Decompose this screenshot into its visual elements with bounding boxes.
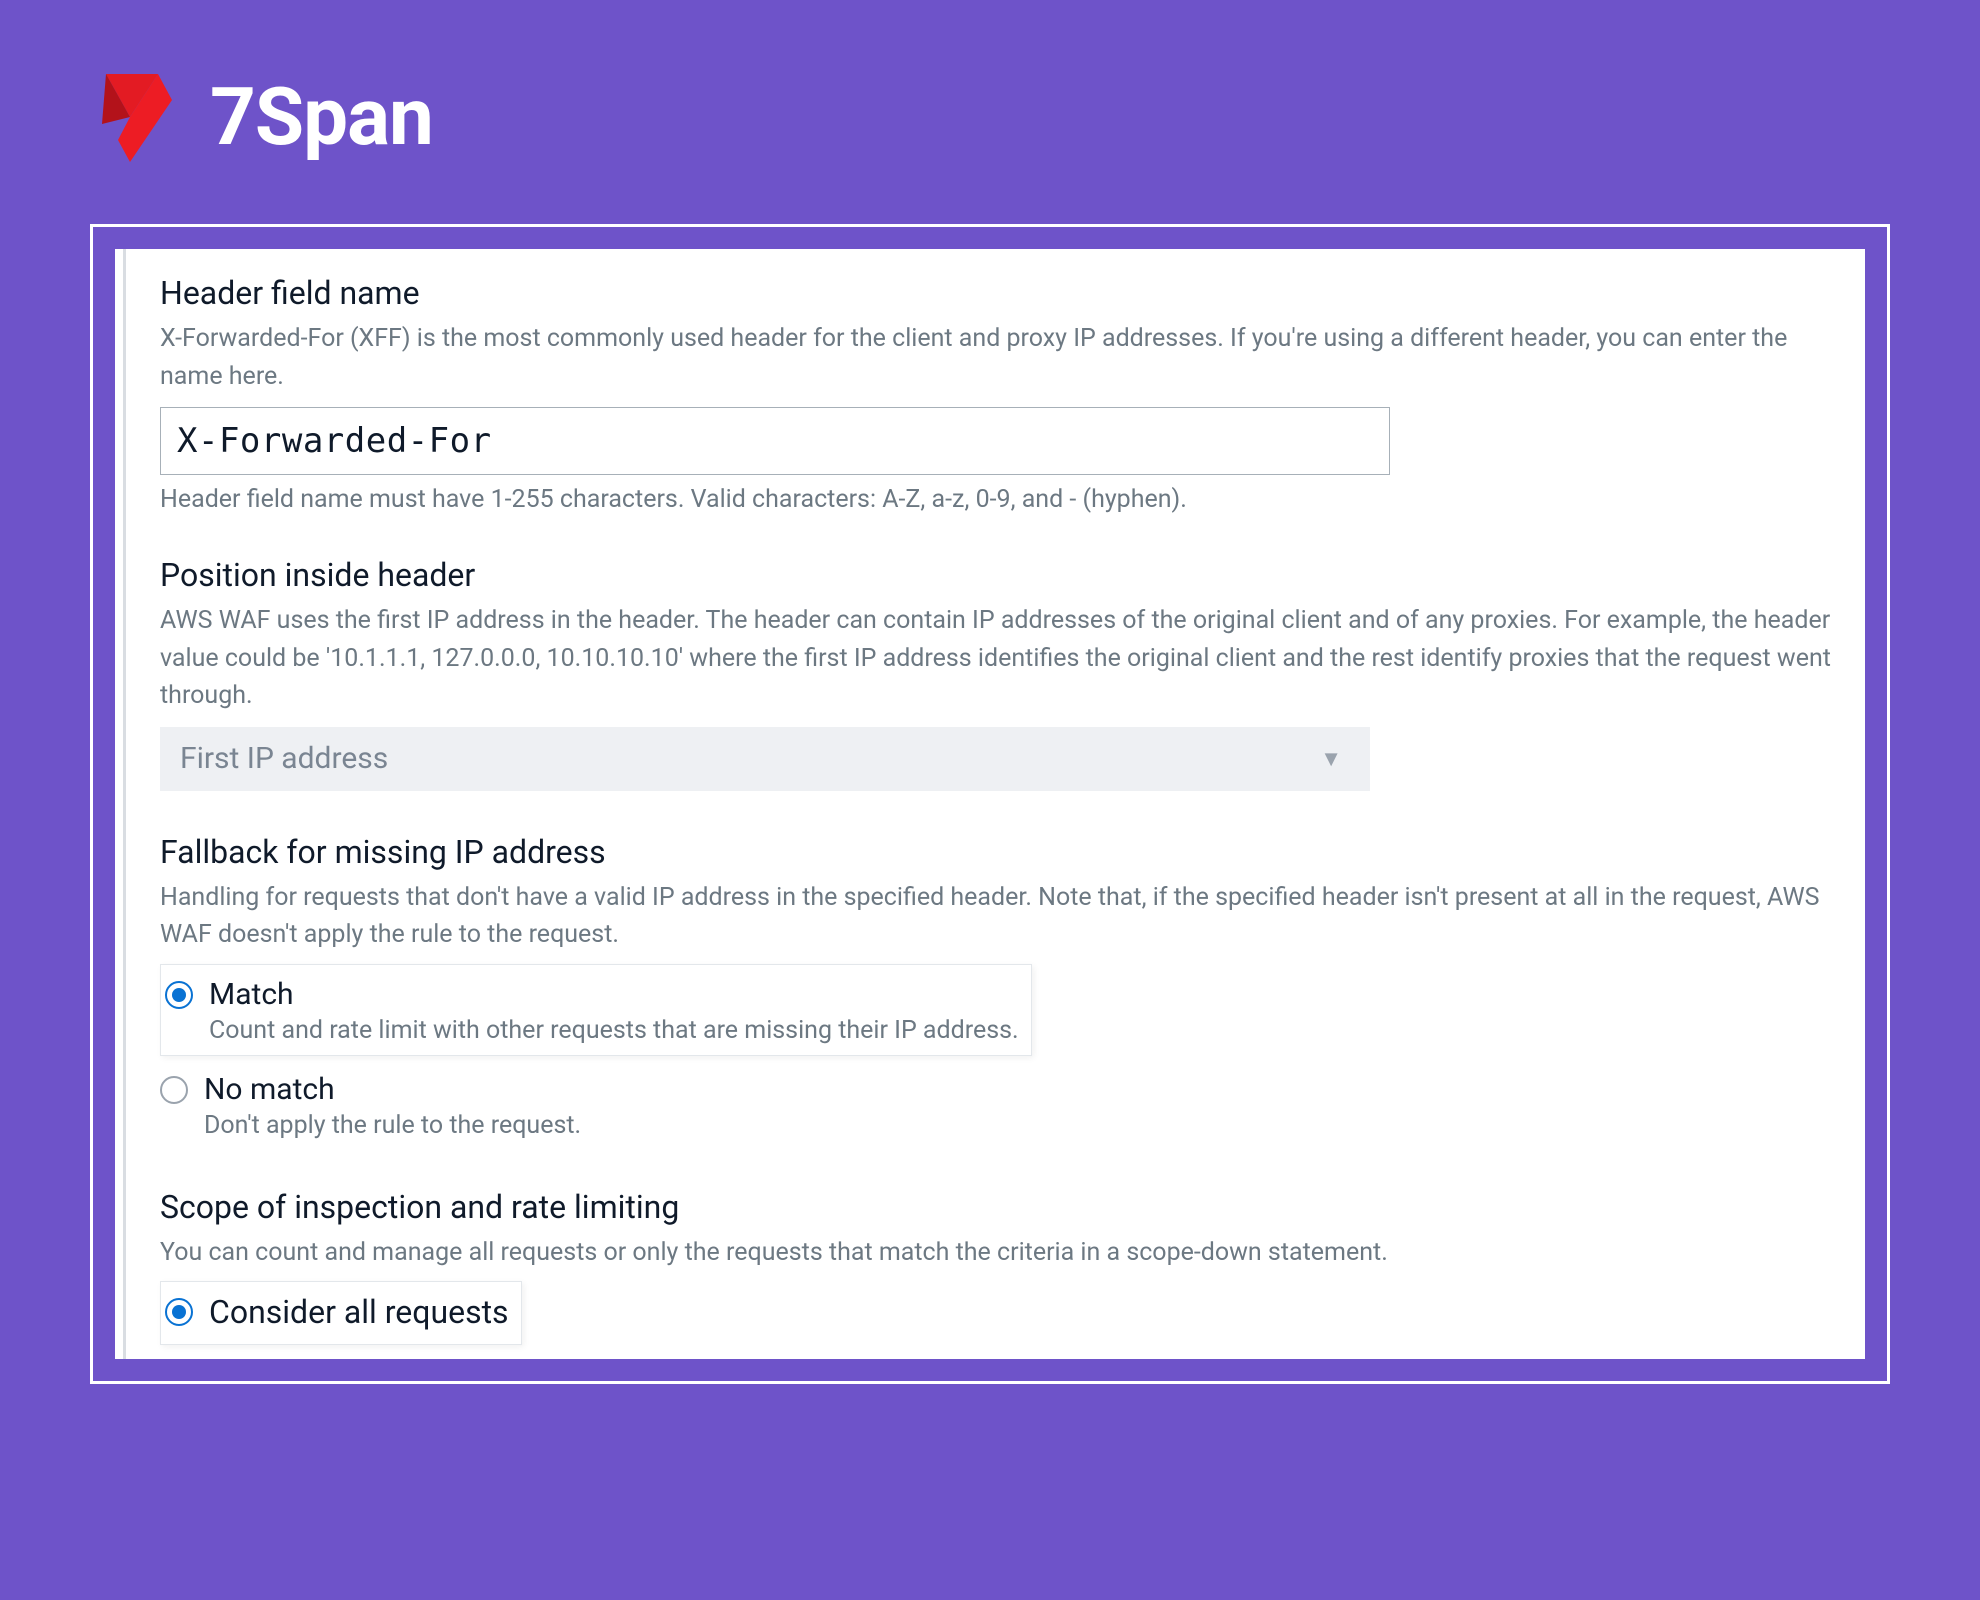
fallback-option-sub: Don't apply the rule to the request. xyxy=(204,1111,581,1140)
panel-frame: Header field name X-Forwarded-For (XFF) … xyxy=(90,224,1890,1384)
fallback-option-no-match[interactable]: No match Don't apply the rule to the req… xyxy=(160,1064,1845,1146)
scope-description: You can count and manage all requests or… xyxy=(160,1234,1845,1272)
radio-icon xyxy=(165,1298,193,1326)
header-field-hint: Header field name must have 1-255 charac… xyxy=(160,485,1845,514)
scope-radio-group: Consider all requests Only consider requ… xyxy=(160,1281,1845,1359)
brand-logo: 7Span xyxy=(100,70,1910,164)
settings-panel: Header field name X-Forwarded-For (XFF) … xyxy=(115,249,1865,1359)
position-select-value: First IP address xyxy=(180,741,388,776)
fallback-option-label: Match xyxy=(209,975,1019,1014)
header-field-title: Header field name xyxy=(160,274,1845,312)
fallback-option-sub: Count and rate limit with other requests… xyxy=(209,1016,1019,1045)
header-field-description: X-Forwarded-For (XFF) is the most common… xyxy=(160,320,1845,395)
scope-option-statement[interactable]: Only consider requests that match the cr… xyxy=(160,1353,1845,1359)
chevron-down-icon: ▼ xyxy=(1320,746,1342,772)
fallback-option-label: No match xyxy=(204,1070,581,1109)
fallback-description: Handling for requests that don't have a … xyxy=(160,879,1845,954)
position-select[interactable]: First IP address ▼ xyxy=(160,727,1370,791)
brand-mark-icon xyxy=(100,72,190,162)
header-field-input[interactable] xyxy=(160,407,1390,475)
position-description: AWS WAF uses the first IP address in the… xyxy=(160,602,1845,715)
radio-icon xyxy=(165,981,193,1009)
position-title: Position inside header xyxy=(160,556,1845,594)
radio-icon xyxy=(160,1076,188,1104)
brand-name: 7Span xyxy=(210,70,433,164)
fallback-title: Fallback for missing IP address xyxy=(160,833,1845,871)
scope-title: Scope of inspection and rate limiting xyxy=(160,1188,1845,1226)
fallback-option-match[interactable]: Match Count and rate limit with other re… xyxy=(160,964,1032,1056)
scope-option-label: Consider all requests xyxy=(209,1292,509,1334)
scope-option-all[interactable]: Consider all requests xyxy=(160,1281,522,1345)
fallback-radio-group: Match Count and rate limit with other re… xyxy=(160,964,1845,1146)
